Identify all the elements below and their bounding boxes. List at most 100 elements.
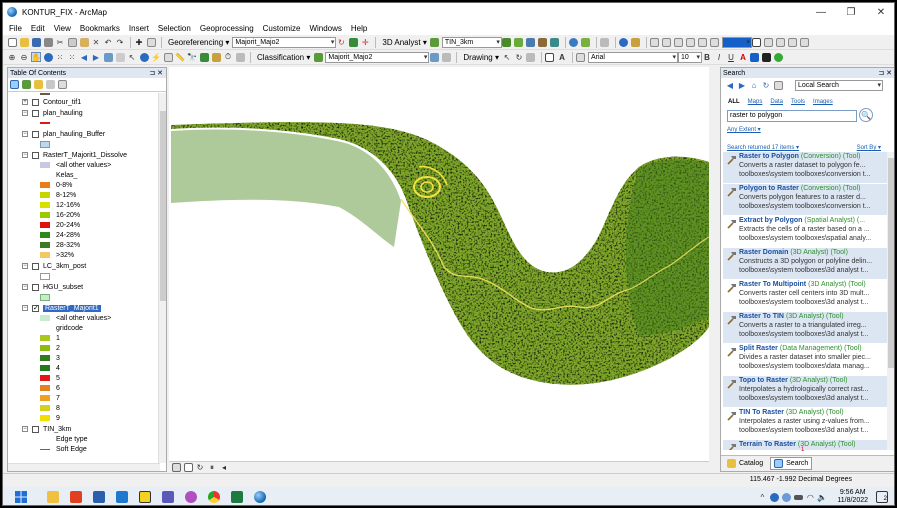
chrome-icon[interactable] [206,489,222,505]
toc-layer-plan-hauling-buffer[interactable]: − plan_hauling_Buffer [22,129,105,139]
add-data-icon[interactable]: ✚ [134,37,144,47]
toc-layer-hgu-subset[interactable]: − HGU_subset [22,282,83,292]
search-go-icon[interactable]: 🔍 [859,108,873,122]
menu-selection[interactable]: Selection [158,24,191,33]
menu-geoprocessing[interactable]: Geoprocessing [200,24,254,33]
zoom-out-icon[interactable]: ⊖ [19,52,29,62]
search-back-icon[interactable]: ◀ [725,80,735,90]
search-home-icon[interactable]: ⌂ [749,80,759,90]
fill-color-picker[interactable] [721,36,752,48]
layout-icon[interactable] [800,37,810,47]
toc-layer-rastert-majorit1[interactable]: − ✓ RasterT_Majorit1 [22,303,101,313]
search-forward-icon[interactable]: ▶ [737,80,747,90]
select-element-arrow-icon[interactable]: ↖ [502,52,512,62]
layer-checkbox[interactable] [32,425,39,433]
layout-icon[interactable] [710,37,720,47]
search-result[interactable]: Polygon to Raster (Conversion) (Tool) Co… [723,184,887,215]
volume-icon[interactable]: 🔈 [817,492,827,502]
arcglobe-icon[interactable] [569,37,579,47]
layout-icon[interactable] [650,37,660,47]
fixed-zoom-in-icon[interactable]: ⁙ [55,52,65,62]
go-to-xy-icon[interactable] [211,52,221,62]
layout-icon[interactable] [662,37,672,47]
collapse-icon[interactable]: − [22,152,28,158]
sort-by-link[interactable]: Sort By ▾ [857,144,881,151]
layer-checkbox[interactable] [32,109,39,117]
search-result[interactable]: Split Raster (Data Management) (Tool) Di… [723,344,887,375]
search-result[interactable]: Raster To TIN (3D Analyst) (Tool) Conver… [723,312,887,343]
time-slider-icon[interactable]: ⏱ [223,52,233,62]
classification-tools-icon[interactable] [441,52,451,62]
pan-icon[interactable]: ✋ [31,52,41,62]
find-icon[interactable]: 🔭 [187,52,197,62]
tray-app-icon[interactable] [769,492,779,502]
text-icon[interactable]: A [557,52,567,62]
minimize-button[interactable]: — [806,3,836,21]
copy-icon[interactable] [67,37,77,47]
notification-icon[interactable]: 2 [876,491,888,503]
contour-icon[interactable] [502,37,512,47]
arcmap-taskbar-icon[interactable] [252,489,268,505]
expand-icon[interactable]: + [22,99,28,105]
bold-button[interactable]: B [702,52,712,62]
layout-icon[interactable] [686,37,696,47]
scroll-thumb[interactable] [888,158,894,368]
collapse-icon[interactable]: − [22,305,28,311]
toc-layer-rastert-majorit1-dissolve[interactable]: − RasterT_Majorit1_Dissolve [22,150,127,160]
undo-icon[interactable]: ↶ [103,37,113,47]
layer-checkbox[interactable] [32,130,39,138]
search-result[interactable]: Extract by Polygon (Spatial Analyst) (..… [723,216,887,247]
save-icon[interactable] [31,37,41,47]
fit-display-icon[interactable] [348,37,358,47]
toc-options-icon[interactable] [58,80,67,89]
font-size-select[interactable]: 10 [677,51,702,63]
sticky-notes-icon[interactable] [137,489,153,505]
collapse-icon[interactable]: − [22,131,28,137]
georeferencing-menu[interactable]: Georeferencing ▾ [168,38,229,47]
toc-layer-tin-3km[interactable]: − TIN_3km [22,424,71,434]
font-color-icon[interactable]: A [738,52,748,62]
search-result[interactable]: Raster To Multipoint (3D Analyst) (Tool)… [723,280,887,311]
collapse-icon[interactable]: − [22,263,28,269]
search-result[interactable]: Raster Domain (3D Analyst) (Tool) Constr… [723,248,887,279]
list-by-selection-icon[interactable] [46,80,55,89]
pause-drawing-icon[interactable]: ⏸ [207,463,217,473]
georeferencing-layer-select[interactable]: Majorit_Majo2 [232,36,337,48]
maximize-button[interactable]: ❐ [836,3,866,21]
collapse-icon[interactable]: − [22,284,28,290]
3d-analyst-layer-select[interactable]: TIN_3km [441,36,502,48]
screen-recorder-icon[interactable] [183,489,199,505]
filter-maps[interactable]: Maps [748,99,763,105]
map-view[interactable] [169,67,709,461]
paste-icon[interactable] [79,37,89,47]
layer-checkbox[interactable] [32,262,39,270]
search-result[interactable]: Topo to Raster (3D Analyst) (Tool) Inter… [723,376,887,407]
menu-windows[interactable]: Windows [309,24,341,33]
teams-icon[interactable] [160,489,176,505]
select-elements-icon[interactable]: ↖ [127,52,137,62]
search-result[interactable]: Raster to Polygon (Conversion) (Tool) Co… [723,152,887,183]
menu-bookmarks[interactable]: Bookmarks [80,24,120,33]
training-sample-icon[interactable] [429,52,439,62]
filter-tools[interactable]: Tools [791,99,805,105]
toc-vertical-scrollbar[interactable] [158,93,166,463]
find-route-icon[interactable] [199,52,209,62]
menu-insert[interactable]: Insert [129,24,149,33]
3d-analyst-menu[interactable]: 3D Analyst ▾ [382,38,426,47]
redo-icon[interactable]: ↷ [115,37,125,47]
onedrive-icon[interactable] [781,492,791,502]
search-extent-link[interactable]: Any Extent ▾ [727,126,761,133]
excel-icon[interactable] [229,489,245,505]
scroll-left-icon[interactable]: ◂ [219,463,229,473]
search-input[interactable]: raster to polygon [727,110,857,122]
delete-icon[interactable]: ✕ [91,37,101,47]
menu-file[interactable]: File [9,24,22,33]
toc-layer-plan-hauling[interactable]: − plan_hauling [22,108,83,118]
clear-selection-icon[interactable] [115,52,125,62]
print-icon[interactable] [43,37,53,47]
line-color-icon[interactable] [762,52,772,62]
italic-button[interactable]: I [714,52,724,62]
open-folder-icon[interactable] [19,37,29,47]
rotate-icon[interactable]: ↻ [336,37,346,47]
rotate-element-icon[interactable]: ↻ [514,52,524,62]
